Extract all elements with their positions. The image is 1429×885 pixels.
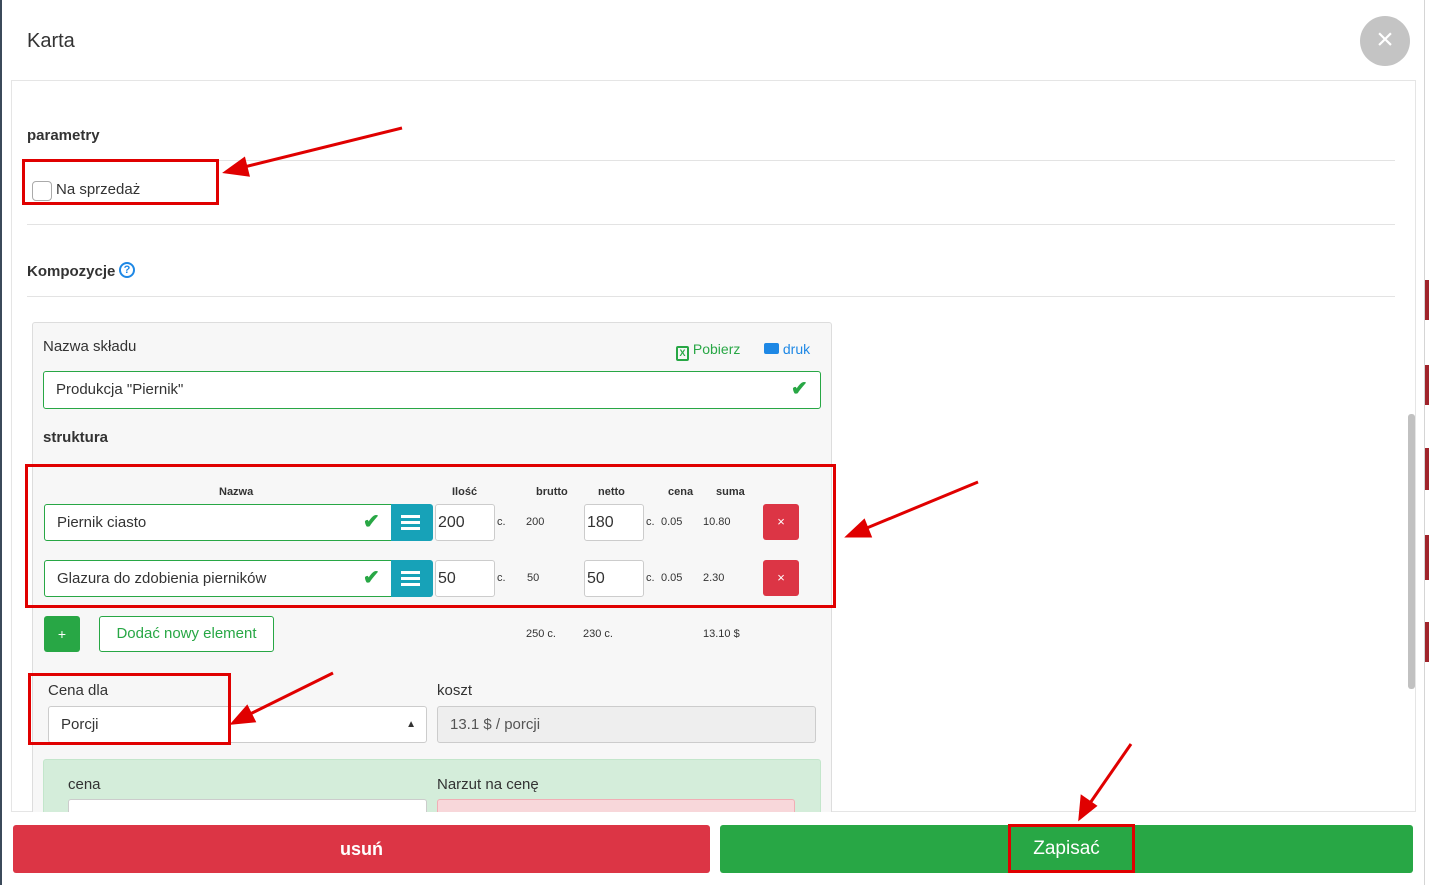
sum-value: 2.30 bbox=[703, 572, 725, 584]
background-page-strip bbox=[1424, 0, 1429, 885]
qty-input[interactable]: 50 bbox=[435, 560, 495, 597]
close-button[interactable]: × bbox=[1360, 16, 1410, 66]
list-icon[interactable] bbox=[391, 504, 433, 541]
delete-row-button[interactable]: × bbox=[763, 560, 799, 596]
download-button[interactable]: X Pobierz bbox=[676, 341, 740, 361]
col-qty: Ilość bbox=[452, 486, 478, 498]
divider bbox=[27, 224, 1395, 225]
net-unit: c. bbox=[646, 572, 655, 584]
delete-button[interactable]: usuń bbox=[13, 825, 710, 873]
sum-value: 10.80 bbox=[703, 516, 731, 528]
add-plus-button[interactable]: + bbox=[44, 616, 80, 652]
price-label: cena bbox=[68, 776, 101, 793]
total-sum: 13.10 $ bbox=[703, 628, 740, 640]
for-sale-label[interactable]: Na sprzedaż bbox=[56, 181, 140, 198]
col-net: netto bbox=[598, 486, 625, 498]
modal-header: Karta bbox=[2, 0, 1424, 80]
print-button[interactable]: druk bbox=[764, 341, 810, 357]
cost-field: 13.1 $ / porcji bbox=[437, 706, 816, 743]
kompozycje-title: Kompozycje bbox=[27, 263, 116, 280]
row-name-input[interactable]: Glazura do zdobienia pierników bbox=[44, 560, 392, 597]
price-for-select[interactable]: Porcji ▲ bbox=[48, 706, 427, 743]
cost-label: koszt bbox=[437, 682, 473, 699]
price-select[interactable] bbox=[68, 799, 427, 813]
printer-icon bbox=[764, 343, 779, 354]
price-value: 0.05 bbox=[661, 516, 683, 528]
markup-label: Narzut na cenę bbox=[437, 776, 539, 793]
qty-input[interactable]: 200 bbox=[435, 504, 495, 541]
total-net: 230 c. bbox=[583, 628, 613, 640]
col-price: cena bbox=[668, 486, 694, 498]
total-gross: 250 c. bbox=[526, 628, 556, 640]
warehouse-input[interactable]: Produkcja "Piernik" bbox=[43, 371, 821, 409]
check-icon: ✔ bbox=[363, 511, 380, 533]
window-edge bbox=[0, 0, 2, 885]
gross-value: 50 bbox=[527, 572, 540, 584]
price-for-value: Porcji bbox=[61, 716, 99, 733]
for-sale-checkbox[interactable] bbox=[32, 181, 52, 201]
parametry-title: parametry bbox=[27, 127, 100, 144]
save-button[interactable]: Zapisać bbox=[720, 825, 1413, 873]
price-value: 0.05 bbox=[661, 572, 683, 584]
delete-row-button[interactable]: × bbox=[763, 504, 799, 540]
row-name-input[interactable]: Piernik ciasto bbox=[44, 504, 392, 541]
modal-title: Karta bbox=[27, 30, 75, 52]
scrollbar[interactable] bbox=[1408, 414, 1415, 689]
qty-unit: c. bbox=[497, 516, 506, 528]
net-input[interactable]: 50 bbox=[584, 560, 644, 597]
net-unit: c. bbox=[646, 516, 655, 528]
col-name: Nazwa bbox=[219, 486, 254, 498]
help-icon[interactable]: ? bbox=[119, 262, 135, 278]
excel-icon: X bbox=[676, 346, 689, 361]
qty-unit: c. bbox=[497, 572, 506, 584]
net-input[interactable]: 180 bbox=[584, 504, 644, 541]
check-icon: ✔ bbox=[363, 567, 380, 589]
list-icon[interactable] bbox=[391, 560, 433, 597]
structure-title: struktura bbox=[43, 429, 109, 446]
add-element-button[interactable]: Dodać nowy element bbox=[99, 616, 274, 652]
check-icon: ✔ bbox=[791, 378, 808, 400]
warehouse-label: Nazwa składu bbox=[43, 338, 137, 355]
divider bbox=[27, 296, 1395, 297]
print-label: druk bbox=[782, 341, 811, 357]
select-arrows-icon: ▲ bbox=[406, 719, 416, 730]
markup-input[interactable] bbox=[437, 799, 795, 813]
divider bbox=[27, 160, 1395, 161]
col-gross: brutto bbox=[536, 486, 568, 498]
price-for-label: Cena dla bbox=[48, 682, 109, 699]
gross-value: 200 bbox=[526, 516, 545, 528]
download-label: Pobierz bbox=[692, 341, 741, 357]
col-sum: suma bbox=[716, 486, 745, 498]
